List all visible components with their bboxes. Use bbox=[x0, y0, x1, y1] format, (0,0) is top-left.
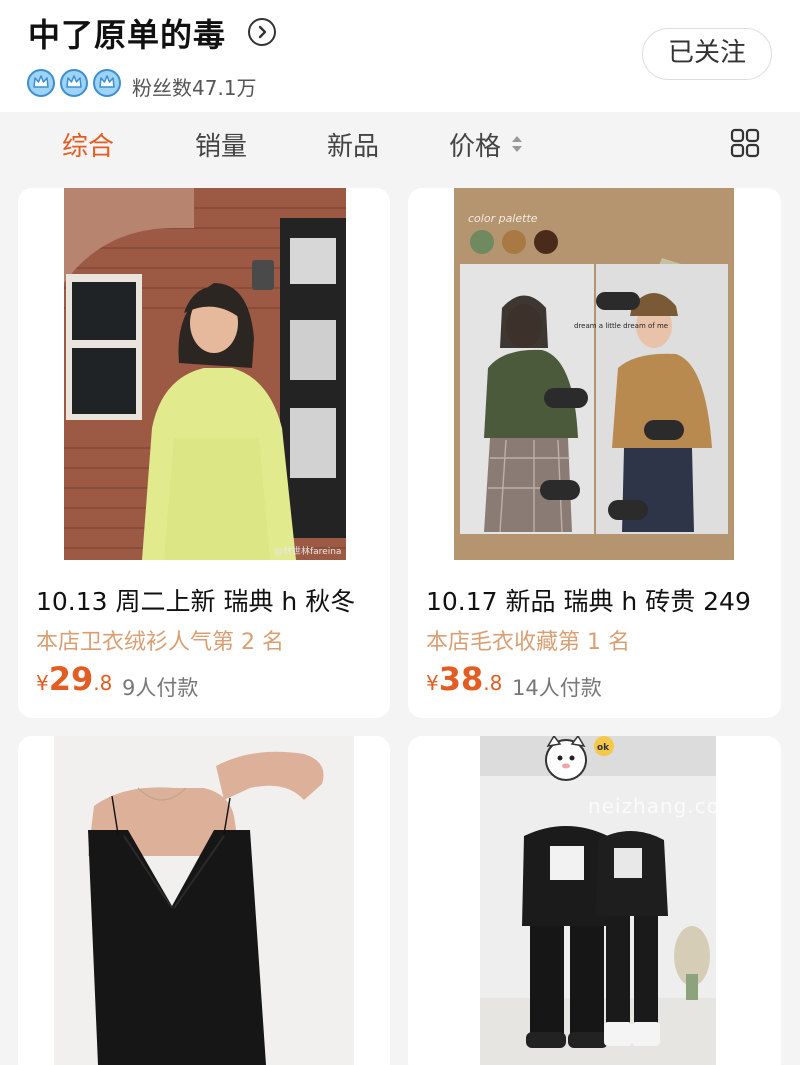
sales-count: 9人付款 bbox=[122, 676, 199, 700]
product-image[interactable]: ok bbox=[480, 736, 716, 1065]
follow-button[interactable]: 已关注 bbox=[642, 28, 772, 80]
product-card[interactable] bbox=[18, 736, 390, 1065]
tab-sales[interactable]: 销量 bbox=[195, 126, 247, 163]
product-card[interactable]: color palette dream a little dream of me… bbox=[408, 188, 781, 718]
product-price: ¥29.8 bbox=[36, 660, 113, 698]
shop-rank-label: 本店毛衣收藏第 1 名 bbox=[426, 630, 630, 655]
crown-icon bbox=[27, 69, 55, 97]
product-price: ¥38.8 bbox=[426, 660, 503, 698]
shop-rank-label: 本店卫衣绒衫人气第 2 名 bbox=[36, 630, 284, 655]
shop-info-chevron-icon[interactable] bbox=[248, 18, 276, 46]
fans-count: 粉丝数47.1万 bbox=[132, 76, 257, 100]
site-watermark: neizhang.com bbox=[588, 794, 741, 818]
crown-icon bbox=[60, 69, 88, 97]
product-title[interactable]: 10.17 新品 瑞典 h 砖贵 249 bbox=[426, 582, 751, 618]
shop-header: 中了原单的毒 粉丝数47.1万 已关注 bbox=[0, 0, 800, 112]
layout-grid-icon[interactable] bbox=[730, 128, 760, 158]
product-card[interactable]: @林世林fareina 10.13 周二上新 瑞典 h 秋冬 本店卫衣绒衫人气第… bbox=[18, 188, 390, 718]
product-image[interactable]: @林世林fareina bbox=[64, 188, 346, 560]
tab-new[interactable]: 新品 bbox=[327, 126, 379, 163]
palette-label: color palette bbox=[468, 212, 538, 225]
product-image[interactable]: color palette dream a little dream of me bbox=[454, 188, 734, 560]
tab-price[interactable]: 价格 bbox=[449, 126, 501, 163]
sort-arrows-icon[interactable] bbox=[510, 135, 524, 153]
ok-sticker: ok bbox=[597, 743, 610, 753]
tab-comprehensive[interactable]: 综合 bbox=[62, 126, 114, 163]
weibo-watermark: @林世林fareina bbox=[274, 545, 341, 557]
product-image[interactable] bbox=[54, 736, 354, 1065]
crown-icon bbox=[93, 69, 121, 97]
product-title[interactable]: 10.13 周二上新 瑞典 h 秋冬 bbox=[36, 582, 355, 618]
photo-note: dream a little dream of me bbox=[574, 322, 668, 330]
shop-name[interactable]: 中了原单的毒 bbox=[28, 10, 226, 56]
sales-count: 14人付款 bbox=[512, 676, 602, 700]
sort-tabs: 综合 销量 新品 价格 bbox=[0, 112, 800, 178]
product-card[interactable]: ok neizhang.com bbox=[408, 736, 781, 1065]
